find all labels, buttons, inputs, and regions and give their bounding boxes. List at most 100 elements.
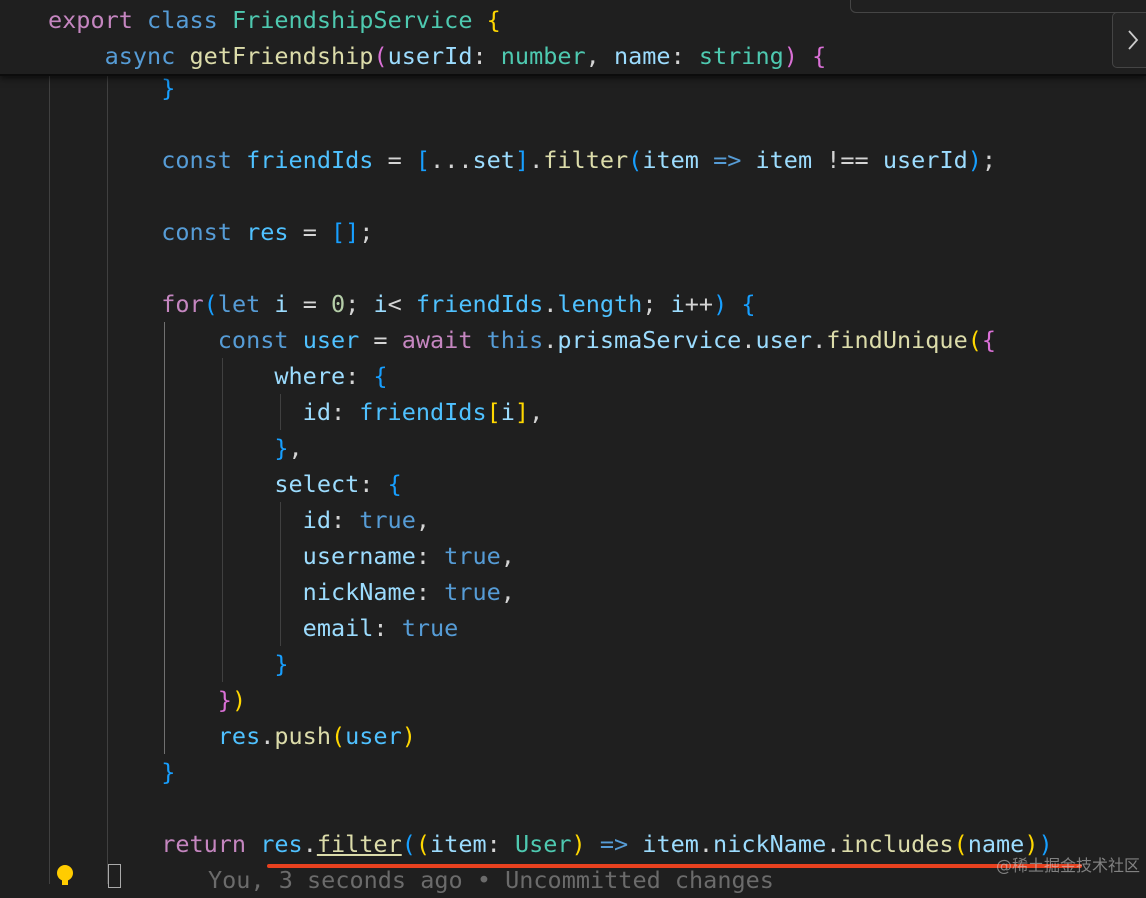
code-token: , [500, 542, 515, 570]
indent-guide [107, 70, 108, 884]
code-token: const [217, 326, 289, 354]
code-token: email [302, 614, 374, 642]
code-token: true [359, 506, 416, 534]
code-line[interactable]: return res.filter((item: User) => item.n… [48, 826, 1052, 862]
code-token: ; [981, 146, 997, 174]
code-token: { [387, 470, 402, 498]
code-token: : [670, 42, 699, 70]
code-line[interactable]: async getFriendship(userId: number, name… [48, 38, 827, 74]
code-token: item [430, 830, 487, 858]
code-token: export [48, 6, 133, 34]
code-token: ) [571, 830, 586, 858]
code-line[interactable]: nickName: true, [48, 574, 515, 610]
code-line[interactable]: id: friendIds[i], [48, 394, 544, 430]
code-line[interactable]: } [48, 754, 175, 790]
code-token: . [698, 830, 714, 858]
code-token: [ [415, 146, 431, 174]
code-token: . [260, 722, 275, 750]
code-token: : [359, 470, 388, 498]
code-line[interactable]: }, [48, 430, 302, 466]
watermark: @稀土掘金技术社区 [995, 856, 1140, 875]
code-token: : [330, 398, 360, 426]
code-token: ; [345, 290, 374, 318]
code-token: ] [514, 146, 530, 174]
code-token: : [373, 614, 402, 642]
code-line[interactable]: const friendIds = [...set].filter(item =… [48, 142, 996, 178]
code-token: ( [415, 830, 431, 858]
indent-guide [280, 502, 281, 646]
code-token: item [642, 146, 699, 174]
code-token: user [345, 722, 402, 750]
code-token: res [217, 722, 261, 750]
code-token: User [514, 830, 572, 858]
code-token: = [288, 218, 331, 246]
code-token: userId [387, 42, 473, 70]
code-token: i [500, 398, 515, 426]
code-line[interactable]: email: true [48, 610, 459, 646]
code-line[interactable]: res.push(user) [48, 718, 416, 754]
code-token: ) [401, 722, 416, 750]
cursor-indicator [108, 864, 121, 888]
code-token: [ [486, 398, 501, 426]
indent-guide [164, 322, 165, 754]
code-token: < [387, 290, 416, 318]
code-token: ; [359, 218, 374, 246]
chevron-right-icon[interactable] [1112, 12, 1146, 68]
lightbulb-icon[interactable] [56, 864, 74, 886]
code-line[interactable]: id: true, [48, 502, 430, 538]
code-token: : [486, 830, 515, 858]
code-token: = [359, 326, 402, 354]
code-token: } [274, 434, 289, 462]
code-token: ) [231, 686, 247, 714]
code-token: [] [331, 218, 360, 246]
code-token: true [444, 578, 501, 606]
code-line[interactable]: select: { [48, 466, 402, 502]
code-line[interactable]: }) [48, 682, 246, 718]
code-line[interactable]: where: { [48, 358, 387, 394]
code-token: . [826, 830, 841, 858]
code-line[interactable]: username: true, [48, 538, 515, 574]
code-line[interactable]: export class FriendshipService { [48, 2, 501, 38]
code-token: ) [967, 146, 982, 174]
code-token: string [698, 42, 784, 70]
code-token: id [302, 506, 331, 534]
code-line[interactable]: for(let i = 0; i< friendIds.length; i++)… [48, 286, 755, 322]
code-token: ; [642, 290, 671, 318]
code-token: , [529, 398, 544, 426]
code-token: => [713, 146, 742, 174]
code-token: findUnique [826, 326, 968, 354]
code-token: = [373, 146, 416, 174]
code-token: { [812, 42, 827, 70]
code-token: getFriendship [189, 42, 374, 70]
code-token: ( [967, 326, 982, 354]
code-token: ( [203, 290, 218, 318]
code-token: true [444, 542, 501, 570]
code-token: , [415, 506, 431, 534]
code-token: name [613, 42, 671, 70]
code-line[interactable]: const res = []; [48, 214, 373, 250]
code-token: includes [840, 830, 954, 858]
code-token: ] [514, 398, 530, 426]
code-token: => [599, 830, 629, 858]
code-line[interactable]: } [48, 646, 288, 682]
code-token: i [274, 290, 289, 318]
code-line[interactable]: const user = await this.prismaService.us… [48, 322, 996, 358]
code-token: const [161, 146, 232, 174]
